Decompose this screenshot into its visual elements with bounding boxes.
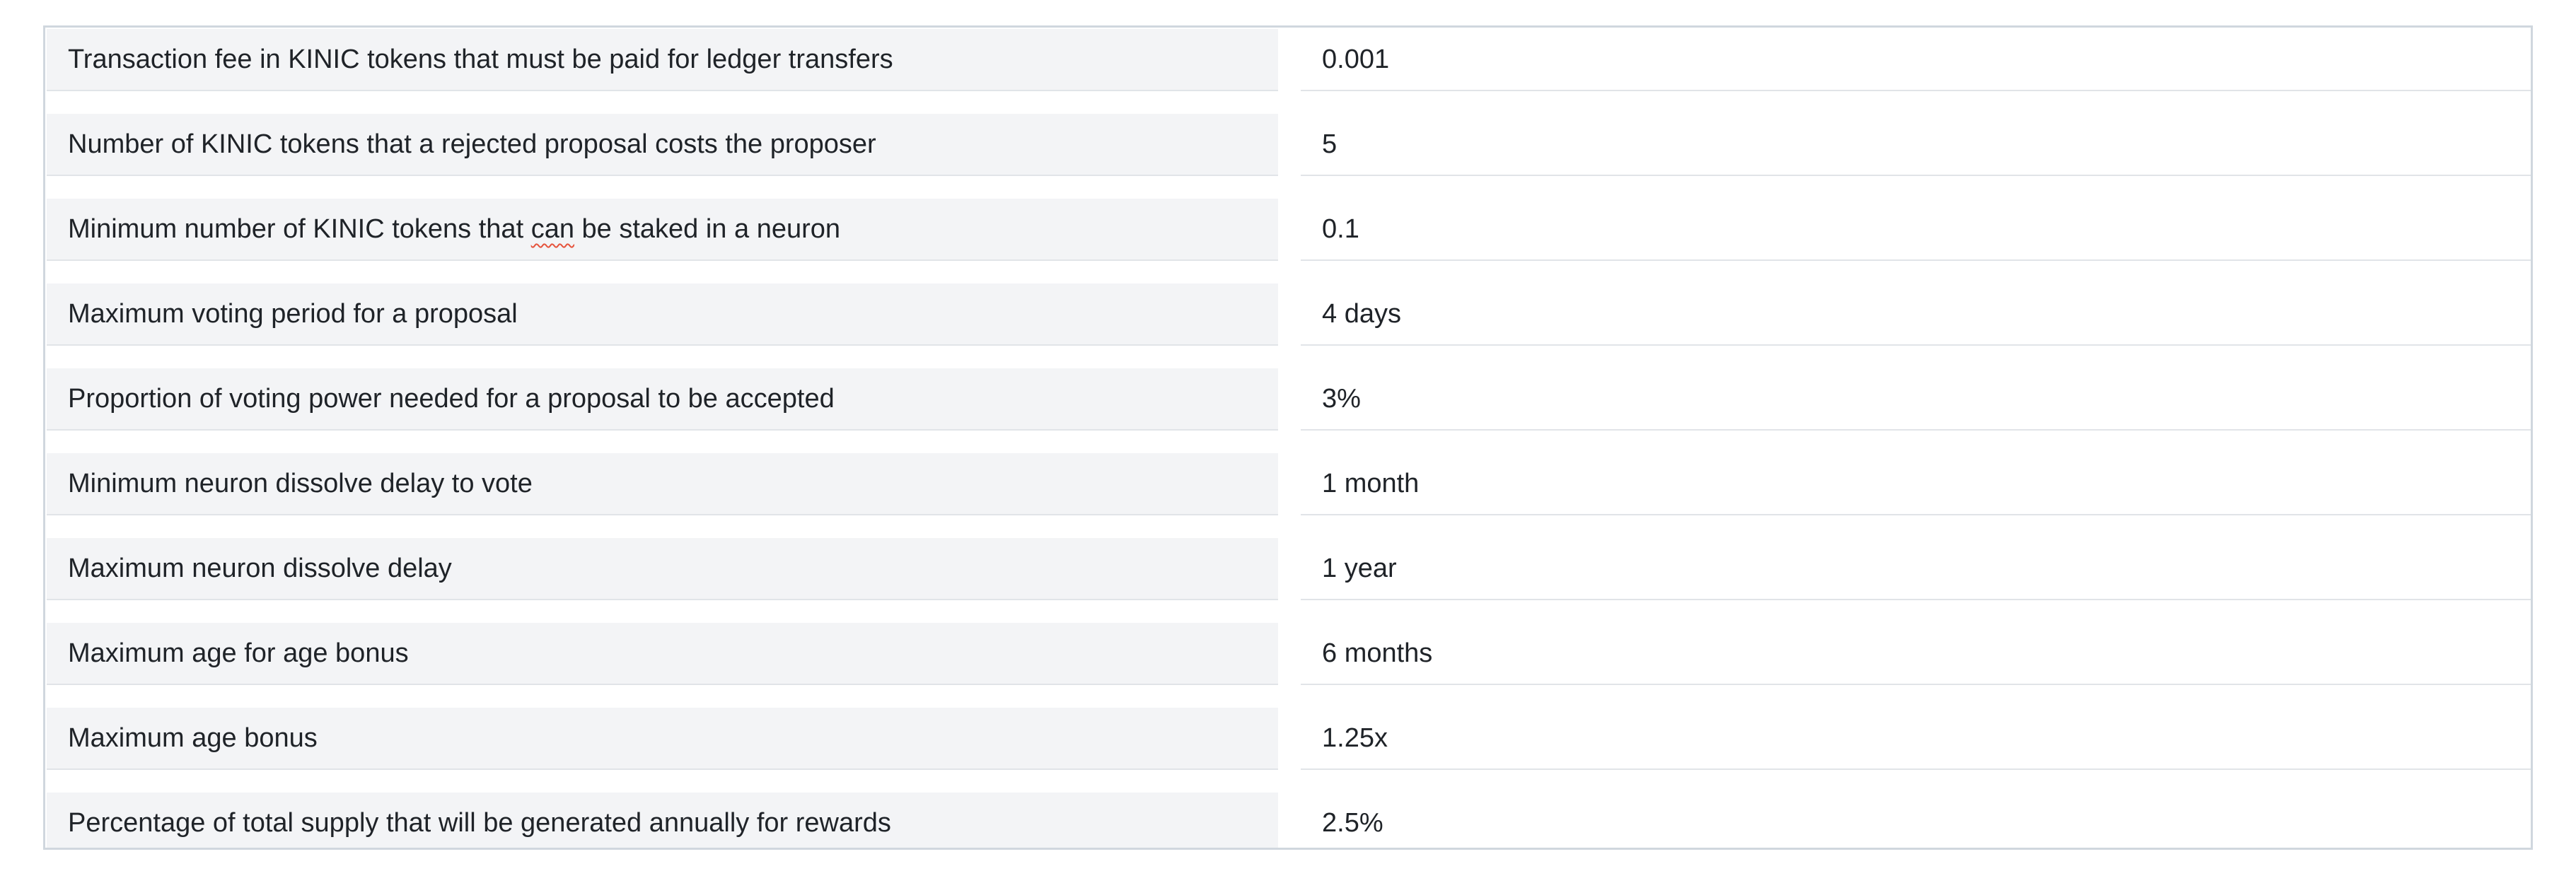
parameter-label: Transaction fee in KINIC tokens that mus… — [47, 29, 1278, 91]
parameter-label: Maximum age for age bonus — [47, 623, 1278, 685]
table-row: Minimum neuron dissolve delay to vote 1 … — [45, 452, 2531, 537]
parameters-table: Transaction fee in KINIC tokens that mus… — [43, 25, 2533, 850]
table-row: Maximum neuron dissolve delay 1 year — [45, 537, 2531, 621]
parameter-value: 1 month — [1301, 453, 2531, 515]
parameter-value: 4 days — [1301, 283, 2531, 346]
label-text-before: Minimum number of KINIC tokens that — [68, 214, 531, 244]
parameter-value: 1.25x — [1301, 708, 2531, 770]
parameter-label: Maximum voting period for a proposal — [47, 283, 1278, 346]
parameter-label: Maximum age bonus — [47, 708, 1278, 770]
parameter-label: Minimum neuron dissolve delay to vote — [47, 453, 1278, 515]
table-row: Proportion of voting power needed for a … — [45, 367, 2531, 452]
parameter-value: 0.001 — [1301, 29, 2531, 91]
table-row: Maximum age bonus 1.25x — [45, 706, 2531, 791]
parameter-label: Percentage of total supply that will be … — [47, 793, 1278, 848]
table-row: Maximum age for age bonus 6 months — [45, 621, 2531, 706]
table-row: Minimum number of KINIC tokens that can … — [45, 197, 2531, 282]
parameter-value: 0.1 — [1301, 199, 2531, 261]
parameter-value: 2.5% — [1322, 808, 1383, 838]
parameter-value: 3% — [1301, 368, 2531, 431]
table-row: Transaction fee in KINIC tokens that mus… — [45, 28, 2531, 112]
label-text-after: be staked in a neuron — [574, 214, 841, 244]
parameter-value: 5 — [1301, 114, 2531, 176]
table-row: Percentage of total supply that will be … — [45, 791, 2531, 871]
page: Transaction fee in KINIC tokens that mus… — [0, 0, 2576, 871]
parameter-label: Proportion of voting power needed for a … — [47, 368, 1278, 431]
parameter-label: Maximum neuron dissolve delay — [47, 538, 1278, 600]
table-row: Number of KINIC tokens that a rejected p… — [45, 112, 2531, 197]
parameter-label: Number of KINIC tokens that a rejected p… — [47, 114, 1278, 176]
table-row: Maximum voting period for a proposal 4 d… — [45, 282, 2531, 367]
parameter-value: 6 months — [1301, 623, 2531, 685]
parameter-value: 1 year — [1301, 538, 2531, 600]
spellcheck-flagged-word: can — [530, 214, 574, 244]
parameter-label: Minimum number of KINIC tokens that can … — [47, 199, 1278, 261]
